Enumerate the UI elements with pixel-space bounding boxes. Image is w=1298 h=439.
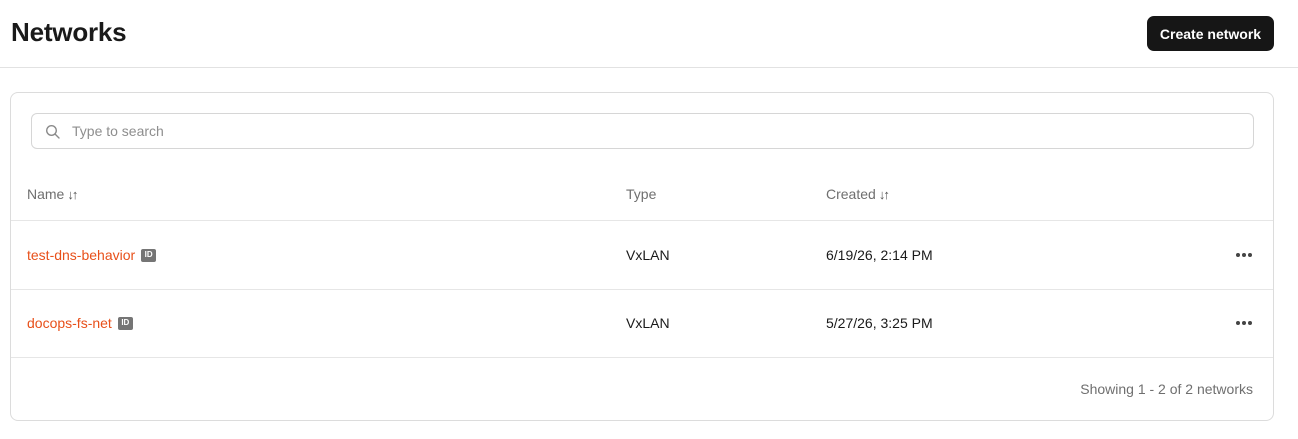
sort-arrows-icon[interactable]: ↓↑ bbox=[879, 187, 890, 202]
column-label-name: Name bbox=[27, 186, 65, 202]
divider bbox=[11, 357, 1273, 358]
sort-arrows-icon[interactable]: ↓↑ bbox=[67, 187, 78, 202]
name-cell: test-dns-behavior ID bbox=[27, 221, 157, 289]
search-input[interactable] bbox=[72, 114, 1242, 148]
type-cell: VxLAN bbox=[626, 247, 670, 263]
page-title: Networks bbox=[11, 17, 127, 47]
network-name-link[interactable]: test-dns-behavior bbox=[27, 247, 135, 263]
column-header-name[interactable]: Name ↓↑ bbox=[27, 186, 78, 202]
table-row: test-dns-behavior ID VxLAN 6/19/26, 2:14… bbox=[11, 221, 1273, 289]
pagination-summary: Showing 1 - 2 of 2 networks bbox=[1080, 381, 1253, 397]
id-badge-icon[interactable]: ID bbox=[141, 248, 157, 262]
search-box[interactable] bbox=[31, 113, 1254, 149]
name-cell: docops-fs-net ID bbox=[27, 289, 133, 357]
created-cell: 6/19/26, 2:14 PM bbox=[826, 247, 933, 263]
column-header-type: Type bbox=[626, 186, 656, 202]
table-row: docops-fs-net ID VxLAN 5/27/26, 3:25 PM bbox=[11, 289, 1273, 357]
networks-card: Name ↓↑ Type Created ↓↑ test-dns-behavio… bbox=[10, 92, 1274, 421]
more-actions-icon[interactable] bbox=[1233, 245, 1255, 265]
column-header-created[interactable]: Created ↓↑ bbox=[826, 186, 890, 202]
create-network-button[interactable]: Create network bbox=[1147, 16, 1274, 51]
created-cell: 5/27/26, 3:25 PM bbox=[826, 315, 933, 331]
network-name-link[interactable]: docops-fs-net bbox=[27, 315, 112, 331]
page-header: Networks Create network bbox=[0, 0, 1298, 68]
more-actions-icon[interactable] bbox=[1233, 313, 1255, 333]
id-badge-icon[interactable]: ID bbox=[117, 316, 133, 330]
search-icon bbox=[45, 124, 60, 139]
type-cell: VxLAN bbox=[626, 315, 670, 331]
column-label-type: Type bbox=[626, 186, 657, 202]
column-label-created: Created bbox=[826, 186, 876, 202]
